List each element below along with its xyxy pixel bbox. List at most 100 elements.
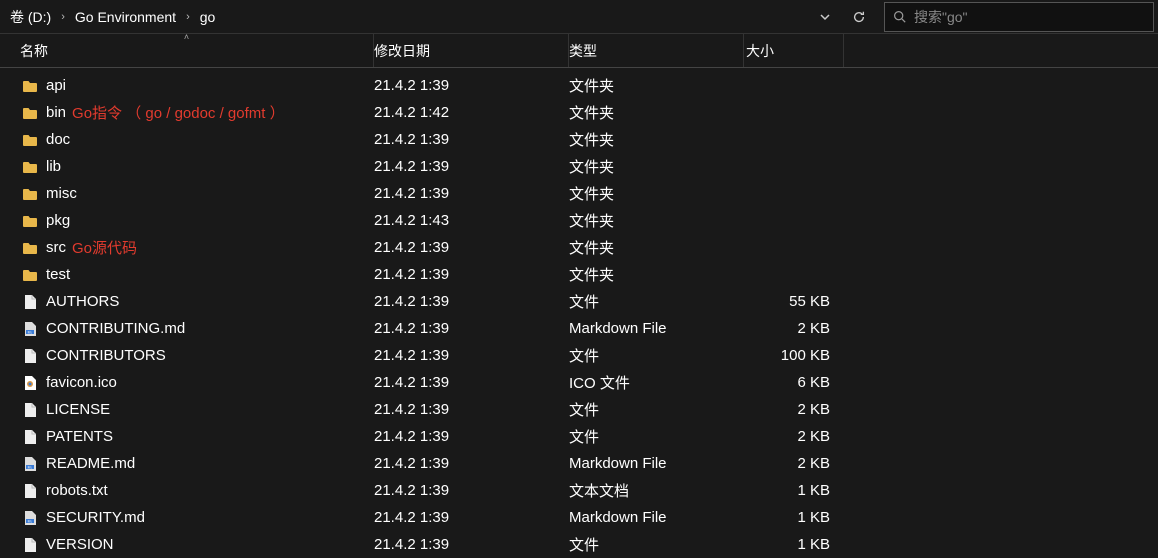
file-size-cell: 2 KB [744, 401, 844, 418]
file-icon [20, 483, 40, 499]
file-date-cell: 21.4.2 1:39 [374, 374, 569, 391]
column-headers: ˄ 名称 修改日期 类型 大小 [0, 34, 1158, 68]
file-name-cell: binGo指令 （ go / godoc / gofmt ） [0, 102, 374, 123]
file-size-cell: 2 KB [744, 428, 844, 445]
search-icon [885, 10, 914, 23]
file-date-cell: 21.4.2 1:39 [374, 455, 569, 472]
file-name-label: LICENSE [46, 401, 110, 418]
file-name-cell: PATENTS [0, 428, 374, 445]
sort-indicator-icon: ˄ [184, 32, 189, 42]
file-date-cell: 21.4.2 1:39 [374, 428, 569, 445]
file-annotation: Go源代码 [72, 237, 137, 258]
file-type-cell: 文件夹 [569, 264, 744, 285]
search-box[interactable] [884, 2, 1154, 32]
column-header-size[interactable]: 大小 [744, 34, 844, 67]
file-name-cell: M↓ CONTRIBUTING.md [0, 320, 374, 337]
svg-text:M↓: M↓ [28, 330, 33, 334]
svg-text:M↓: M↓ [28, 519, 33, 523]
file-date-cell: 21.4.2 1:39 [374, 347, 569, 364]
file-name-label: CONTRIBUTING.md [46, 320, 185, 337]
file-name-cell: misc [0, 185, 374, 202]
breadcrumb-dropdown-icon[interactable] [808, 0, 842, 34]
search-input[interactable] [914, 9, 1153, 25]
file-row[interactable]: AUTHORS21.4.2 1:39文件55 KB [0, 288, 1158, 315]
folder-icon [20, 133, 40, 147]
file-name-label: PATENTS [46, 428, 113, 445]
file-row[interactable]: binGo指令 （ go / godoc / gofmt ）21.4.2 1:4… [0, 99, 1158, 126]
file-icon [20, 402, 40, 418]
file-name-label: bin [46, 104, 66, 121]
file-name-cell: M↓ SECURITY.md [0, 509, 374, 526]
file-date-cell: 21.4.2 1:39 [374, 239, 569, 256]
file-name-cell: pkg [0, 212, 374, 229]
file-row[interactable]: favicon.ico21.4.2 1:39ICO 文件6 KB [0, 369, 1158, 396]
file-name-cell: M↓README.md [0, 455, 374, 472]
file-name-cell: AUTHORS [0, 293, 374, 310]
file-name-label: pkg [46, 212, 70, 229]
file-date-cell: 21.4.2 1:39 [374, 320, 569, 337]
file-row[interactable]: M↓README.md21.4.2 1:39Markdown File2 KB [0, 450, 1158, 477]
folder-icon [20, 214, 40, 228]
file-name-cell: favicon.ico [0, 374, 374, 391]
file-name-label: SECURITY.md [46, 509, 145, 526]
file-type-cell: ICO 文件 [569, 372, 744, 393]
file-name-label: src [46, 239, 66, 256]
file-row[interactable]: doc21.4.2 1:39文件夹 [0, 126, 1158, 153]
file-row[interactable]: srcGo源代码21.4.2 1:39文件夹 [0, 234, 1158, 261]
file-name-label: api [46, 77, 66, 94]
column-header-type-label: 类型 [569, 41, 597, 61]
file-row[interactable]: CONTRIBUTORS21.4.2 1:39文件100 KB [0, 342, 1158, 369]
file-name-cell: src Go源代码 [0, 237, 374, 258]
file-name-label: README.md [46, 455, 135, 472]
file-row[interactable]: lib 21.4.2 1:39文件夹 [0, 153, 1158, 180]
column-header-name[interactable]: ˄ 名称 [0, 34, 374, 67]
file-row[interactable]: PATENTS 21.4.2 1:39文件2 KB [0, 423, 1158, 450]
file-row[interactable]: misc21.4.2 1:39文件夹 [0, 180, 1158, 207]
column-header-type[interactable]: 类型 [569, 34, 744, 67]
file-list: api21.4.2 1:39文件夹binGo指令 （ go / godoc / … [0, 68, 1158, 558]
file-name-cell: doc [0, 131, 374, 148]
file-size-cell: 1 KB [744, 536, 844, 553]
refresh-button[interactable] [842, 0, 876, 34]
file-row[interactable]: test21.4.2 1:39文件夹 [0, 261, 1158, 288]
file-row[interactable]: M↓CONTRIBUTING.md21.4.2 1:39Markdown Fil… [0, 315, 1158, 342]
ico-file-icon [20, 375, 40, 391]
breadcrumb-item[interactable]: 卷 (D:) [4, 0, 57, 33]
chevron-right-icon: › [182, 11, 194, 23]
file-name-label: favicon.ico [46, 374, 117, 391]
file-size-cell: 2 KB [744, 320, 844, 337]
file-name-cell: robots.txt [0, 482, 374, 499]
file-name-cell: CONTRIBUTORS [0, 347, 374, 364]
file-row[interactable]: api21.4.2 1:39文件夹 [0, 72, 1158, 99]
file-name-label: CONTRIBUTORS [46, 347, 166, 364]
file-type-cell: Markdown File [569, 509, 744, 526]
file-date-cell: 21.4.2 1:39 [374, 266, 569, 283]
folder-icon [20, 79, 40, 93]
file-row[interactable]: pkg21.4.2 1:43文件夹 [0, 207, 1158, 234]
breadcrumb-item[interactable]: go [194, 0, 222, 33]
file-type-cell: 文件夹 [569, 156, 744, 177]
folder-icon [20, 268, 40, 282]
file-type-cell: 文件夹 [569, 183, 744, 204]
file-type-cell: 文本文档 [569, 480, 744, 501]
file-type-cell: 文件 [569, 426, 744, 447]
file-icon [20, 294, 40, 310]
file-row[interactable]: LICENSE21.4.2 1:39文件2 KB [0, 396, 1158, 423]
file-type-cell: 文件 [569, 291, 744, 312]
file-row[interactable]: M↓SECURITY.md21.4.2 1:39Markdown File1 K… [0, 504, 1158, 531]
address-toolbar: 卷 (D:)›Go Environment›go [0, 0, 1158, 34]
folder-icon [20, 106, 40, 120]
chevron-right-icon: › [57, 11, 69, 23]
file-size-cell: 1 KB [744, 482, 844, 499]
file-name-label: lib [46, 158, 61, 175]
file-date-cell: 21.4.2 1:42 [374, 104, 569, 121]
file-size-cell: 2 KB [744, 455, 844, 472]
file-date-cell: 21.4.2 1:39 [374, 158, 569, 175]
file-date-cell: 21.4.2 1:39 [374, 77, 569, 94]
file-type-cell: 文件夹 [569, 102, 744, 123]
file-date-cell: 21.4.2 1:39 [374, 131, 569, 148]
file-row[interactable]: robots.txt21.4.2 1:39文本文档1 KB [0, 477, 1158, 504]
breadcrumb-item[interactable]: Go Environment [69, 0, 182, 33]
column-header-date[interactable]: 修改日期 [374, 34, 569, 67]
file-date-cell: 21.4.2 1:39 [374, 185, 569, 202]
